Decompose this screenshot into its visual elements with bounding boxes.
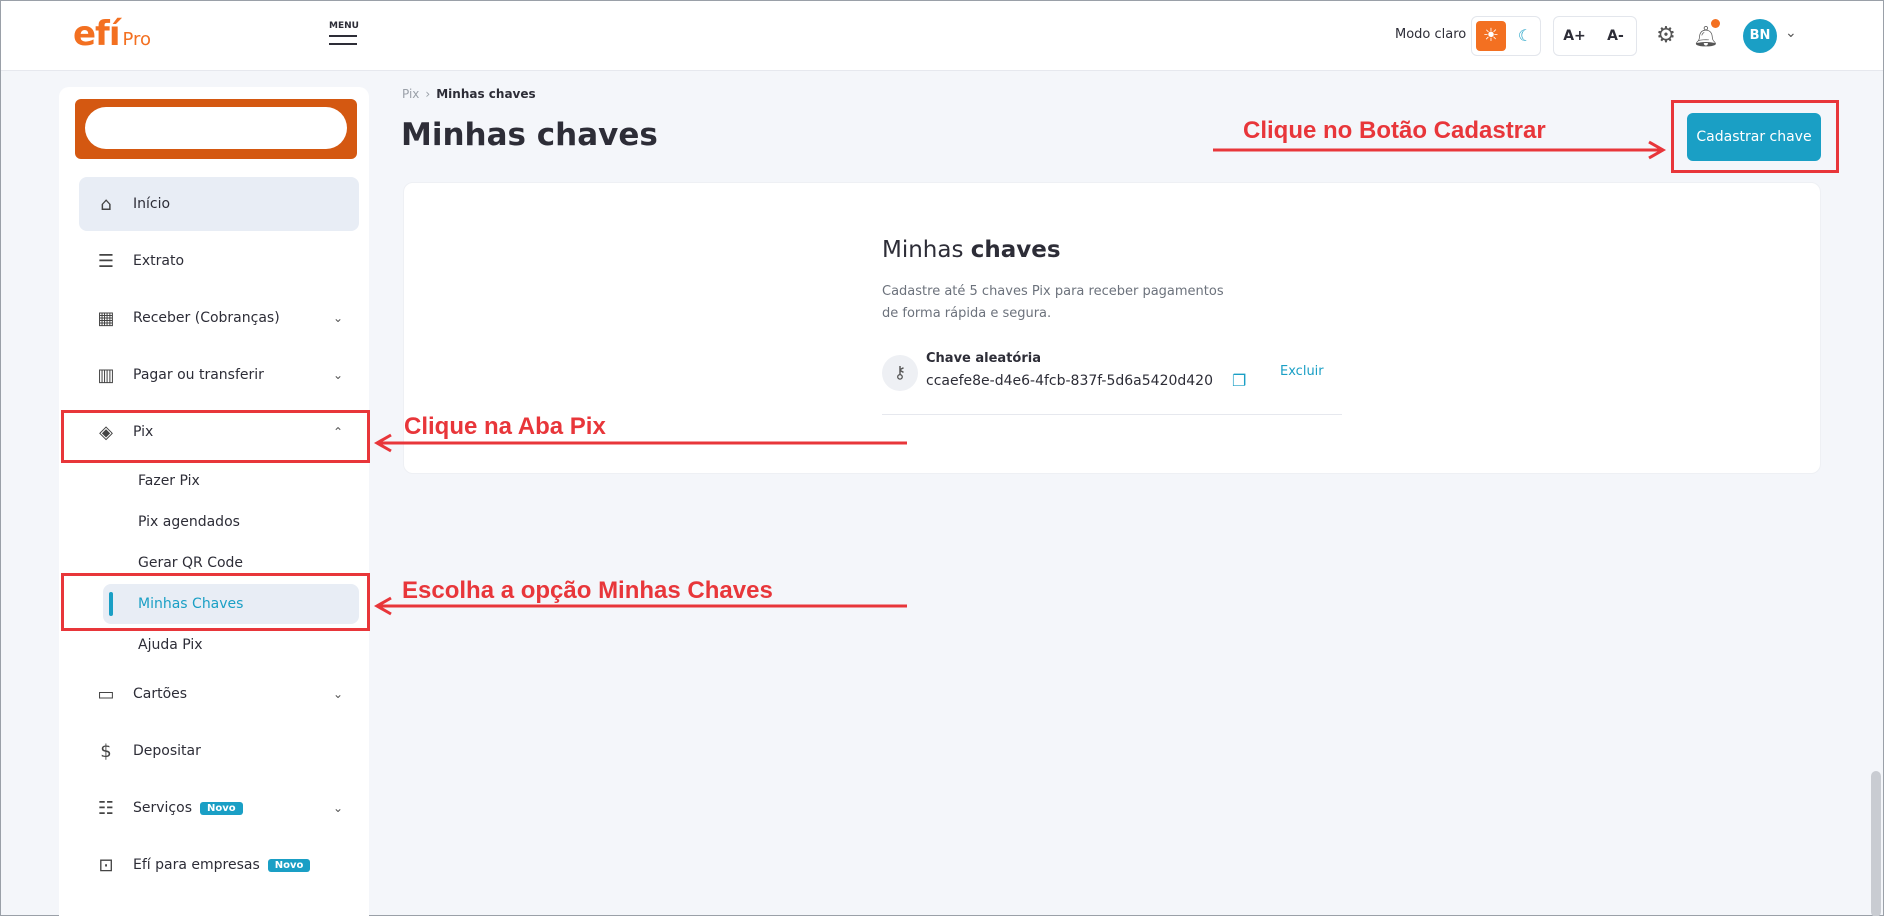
account-pill	[85, 107, 347, 149]
arrow-pix-head	[373, 433, 392, 453]
sidebar-item-label: Receber (Cobranças)	[133, 310, 280, 326]
card-title-light: Minhas	[882, 237, 971, 263]
key-row: ⚷ Chave aleatória ccaefe8e-d4e6-4fcb-837…	[882, 351, 1342, 415]
menu-button[interactable]: MENU	[329, 21, 359, 51]
sidebar: ⌂ Início ☰ Extrato ▦ Receber (Cobranças)…	[59, 87, 369, 916]
breadcrumb-current: Minhas chaves	[436, 87, 536, 101]
logo-main: efí	[73, 14, 121, 54]
copy-icon[interactable]: ❐	[1232, 371, 1246, 390]
invoice-icon: ▦	[97, 307, 115, 329]
notification-dot	[1711, 19, 1720, 28]
deposit-icon: $	[100, 740, 112, 762]
gear-icon[interactable]: ⚙	[1653, 21, 1679, 51]
chevron-down-icon: ⌄	[332, 801, 343, 815]
sun-icon[interactable]: ☀	[1476, 21, 1506, 51]
hamburger-icon-line	[329, 43, 357, 45]
sidebar-subitem-fazer-pix[interactable]: Fazer Pix	[103, 461, 359, 501]
sidebar-item-efi-empresas[interactable]: ⊡ Efí para empresas Novo	[79, 838, 359, 892]
sidebar-item-label: Serviços	[133, 800, 192, 816]
sidebar-item-label: Efí para empresas	[133, 857, 260, 873]
sidebar-subitem-minhas-chaves[interactable]: Minhas Chaves	[103, 584, 359, 624]
new-badge: Novo	[200, 801, 243, 815]
account-selector[interactable]	[75, 99, 357, 159]
page-scrollbar[interactable]	[1871, 771, 1881, 916]
mode-label: Modo claro	[1395, 27, 1467, 42]
chevron-down-icon[interactable]: ⌄	[1785, 25, 1797, 41]
sidebar-subitem-label: Gerar QR Code	[138, 555, 244, 571]
logo-sub: Pro	[122, 29, 152, 50]
sidebar-subitem-gerar-qr-code[interactable]: Gerar QR Code	[103, 543, 359, 583]
sidebar-item-servicos[interactable]: ☷ Serviços Novo ⌄	[79, 781, 359, 835]
key-type: Chave aleatória	[926, 351, 1041, 366]
card-title-bold: chaves	[970, 237, 1061, 263]
home-icon: ⌂	[100, 193, 112, 215]
sidebar-subitem-pix-agendados[interactable]: Pix agendados	[103, 502, 359, 542]
sidebar-subitem-label: Minhas Chaves	[138, 596, 244, 612]
page-title: Minhas chaves	[401, 117, 658, 153]
font-increase-button[interactable]: A+	[1554, 17, 1595, 55]
sidebar-item-depositar[interactable]: $ Depositar	[79, 724, 359, 778]
card-title: Minhas chaves	[882, 237, 1061, 263]
delete-key-link[interactable]: Excluir	[1280, 364, 1324, 379]
annotation-my-keys: Escolha a opção Minhas Chaves	[402, 577, 773, 604]
theme-toggle[interactable]: ☀ ☾	[1471, 16, 1541, 56]
efi-pro-logo[interactable]: efí Pro	[73, 17, 151, 51]
new-badge: Novo	[267, 858, 311, 872]
pix-icon: ◈	[99, 421, 113, 443]
chevron-down-icon: ⌄	[332, 368, 343, 382]
sidebar-item-inicio[interactable]: ⌂ Início	[79, 177, 359, 231]
breadcrumb-root[interactable]: Pix	[402, 87, 419, 101]
sidebar-item-pagar[interactable]: ▥ Pagar ou transferir ⌄	[79, 348, 359, 402]
key-icon: ⚷	[882, 355, 918, 391]
menu-label: MENU	[329, 21, 359, 31]
annotation-pix-tab: Clique na Aba Pix	[404, 413, 606, 440]
sidebar-item-pix[interactable]: ◈ Pix ⌃	[79, 405, 359, 459]
sidebar-subitem-ajuda-pix[interactable]: Ajuda Pix	[103, 625, 359, 665]
sidebar-item-receber[interactable]: ▦ Receber (Cobranças) ⌄	[79, 291, 359, 345]
annotation-register: Clique no Botão Cadastrar	[1243, 117, 1546, 144]
services-icon: ☷	[97, 797, 115, 819]
font-decrease-button[interactable]: A-	[1595, 17, 1636, 55]
top-bar: efí Pro MENU Modo claro ☀ ☾ A+ A- ⚙ 🔔︎ B…	[1, 1, 1883, 71]
sidebar-item-label: Depositar	[133, 743, 201, 759]
card-icon: ▭	[97, 683, 115, 705]
card-description: Cadastre até 5 chaves Pix para receber p…	[882, 284, 1224, 321]
hamburger-icon	[329, 35, 357, 37]
briefcase-icon: ⊡	[98, 854, 114, 876]
moon-icon[interactable]: ☾	[1512, 21, 1538, 51]
keys-card: Minhas chaves Cadastre até 5 chaves Pix …	[403, 182, 1821, 474]
sidebar-subitem-label: Ajuda Pix	[138, 637, 203, 653]
receipt-icon: ☰	[97, 250, 115, 272]
breadcrumb-separator-icon: ›	[425, 87, 431, 101]
sidebar-item-label: Pagar ou transferir	[133, 367, 264, 383]
arrow-keys-head	[373, 596, 392, 616]
sidebar-item-extrato[interactable]: ☰ Extrato	[79, 234, 359, 288]
sidebar-item-label: Cartões	[133, 686, 188, 702]
arrow-register-head	[1648, 140, 1667, 160]
chevron-up-icon: ⌃	[332, 425, 343, 439]
chevron-down-icon: ⌄	[332, 687, 343, 701]
barcode-icon: ▥	[97, 364, 115, 386]
sidebar-item-label: Pix	[133, 424, 154, 440]
active-indicator	[109, 592, 113, 616]
breadcrumb: Pix › Minhas chaves	[402, 87, 536, 101]
sidebar-item-cartoes[interactable]: ▭ Cartões ⌄	[79, 667, 359, 721]
register-key-button[interactable]: Cadastrar chave	[1687, 113, 1821, 161]
sidebar-subitem-label: Fazer Pix	[138, 473, 200, 489]
sidebar-item-label: Início	[133, 196, 171, 212]
avatar[interactable]: BN	[1743, 19, 1777, 53]
font-size-controls: A+ A-	[1553, 16, 1637, 56]
sidebar-subitem-label: Pix agendados	[138, 514, 240, 530]
chevron-down-icon: ⌄	[332, 311, 343, 325]
key-value: ccaefe8e-d4e6-4fcb-837f-5d6a5420d420	[926, 373, 1213, 389]
sidebar-item-label: Extrato	[133, 253, 185, 269]
